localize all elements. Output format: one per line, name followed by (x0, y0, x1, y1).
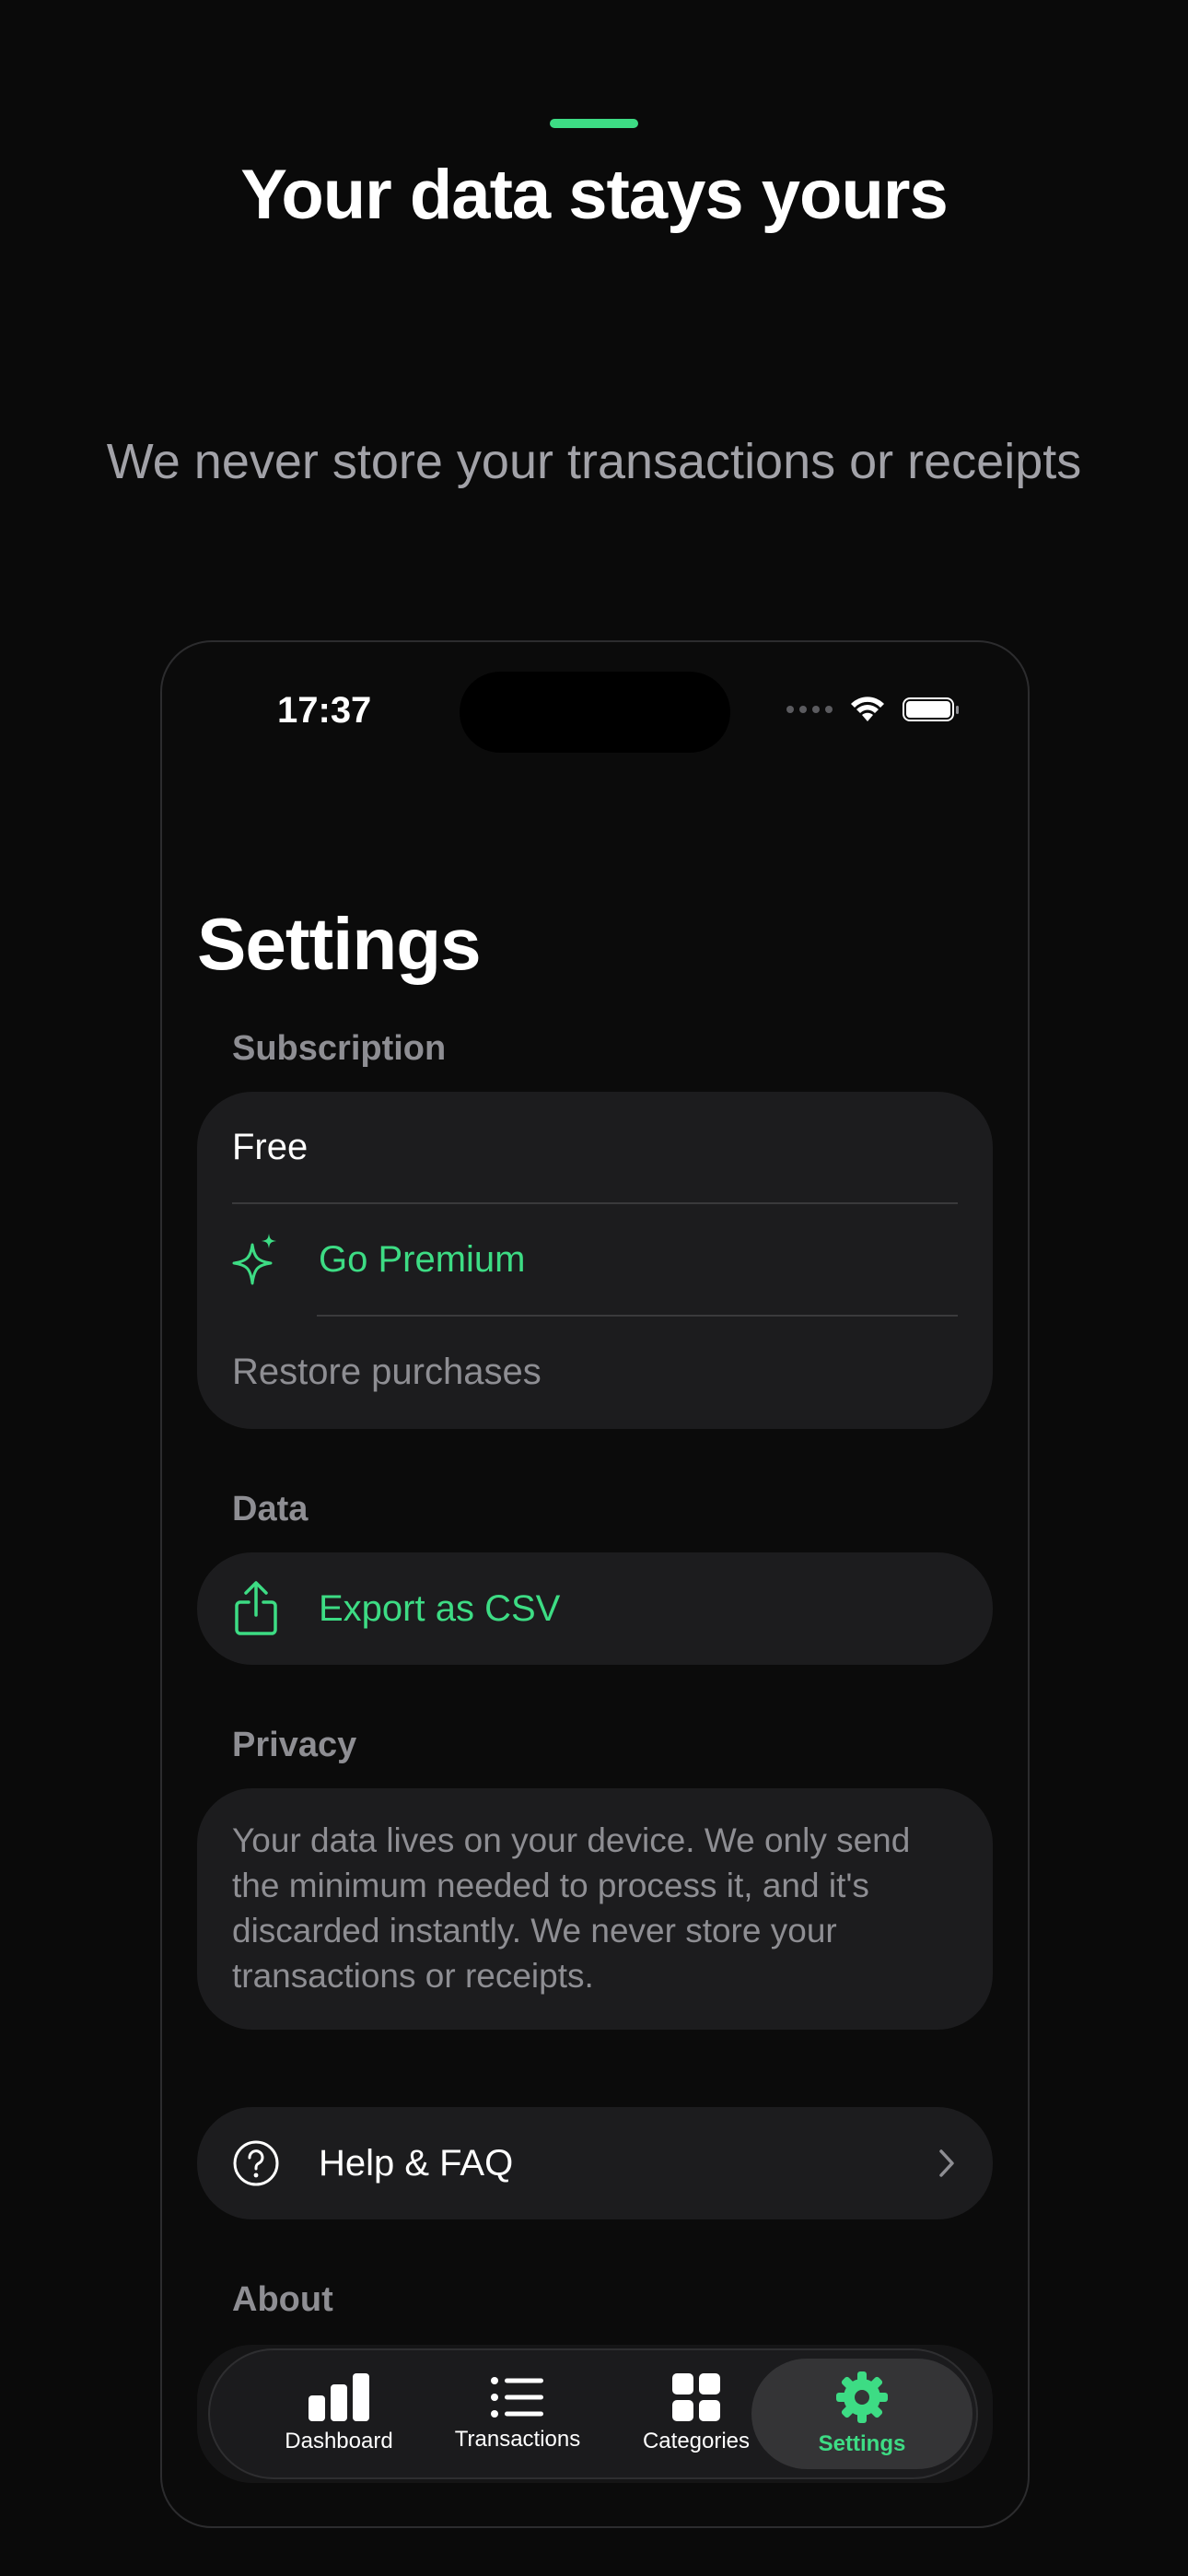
grid-icon (672, 2373, 720, 2421)
status-bar-time: 17:37 (277, 690, 372, 731)
plan-row: Free (197, 1092, 993, 1202)
restore-purchases-row[interactable]: Restore purchases (197, 1317, 993, 1427)
page-title: Settings (197, 903, 482, 985)
tab-label: Categories (642, 2429, 751, 2453)
tab-label: Settings (818, 2431, 906, 2456)
battery-icon (903, 697, 959, 721)
plan-label: Free (232, 1126, 309, 1167)
privacy-card: Your data lives on your device. We only … (197, 1788, 993, 2030)
privacy-description: Your data lives on your device. We only … (232, 1821, 911, 1995)
restore-purchases-label: Restore purchases (232, 1351, 542, 1392)
gear-icon (836, 2371, 888, 2423)
section-header-privacy: Privacy (232, 1726, 357, 1764)
device-frame: 17:37 Settings Subscription Free Go Prem… (160, 640, 1030, 2528)
dynamic-island (460, 672, 730, 753)
list-icon (491, 2377, 543, 2418)
accent-bar (550, 119, 638, 128)
help-faq-label: Help & FAQ (319, 2142, 514, 2184)
tab-label: Dashboard (285, 2429, 393, 2453)
tab-dashboard[interactable]: Dashboard (247, 2350, 431, 2477)
tab-categories[interactable]: Categories (604, 2350, 788, 2477)
question-circle-icon (232, 2139, 280, 2187)
tab-label: Transactions (454, 2427, 581, 2452)
cellular-signal-icon (786, 706, 833, 713)
export-csv-row[interactable]: Export as CSV (197, 1552, 993, 1665)
help-card: Help & FAQ (197, 2107, 993, 2219)
section-header-about: About (232, 2280, 333, 2319)
subscription-card: Free Go Premium Restore purchases (197, 1092, 993, 1429)
data-card: Export as CSV (197, 1552, 993, 1665)
marketing-headline: Your data stays yours (240, 156, 948, 234)
share-icon (232, 1580, 280, 1637)
bar-chart-icon (309, 2373, 369, 2421)
go-premium-label: Go Premium (319, 1238, 526, 1280)
export-csv-label: Export as CSV (319, 1587, 561, 1629)
section-header-subscription: Subscription (232, 1029, 447, 1068)
tab-transactions[interactable]: Transactions (425, 2350, 610, 2477)
sparkles-icon (232, 1234, 280, 1285)
go-premium-row[interactable]: Go Premium (197, 1204, 993, 1315)
marketing-subheadline: We never store your transactions or rece… (106, 434, 1082, 489)
section-header-data: Data (232, 1490, 309, 1528)
status-bar-icons (786, 696, 959, 723)
wifi-icon (851, 697, 884, 721)
help-faq-row[interactable]: Help & FAQ (197, 2107, 993, 2219)
chevron-right-icon (939, 2149, 954, 2177)
tab-settings[interactable]: Settings (770, 2350, 954, 2477)
tab-bar: Dashboard Transactions Categories Settin… (208, 2348, 978, 2479)
